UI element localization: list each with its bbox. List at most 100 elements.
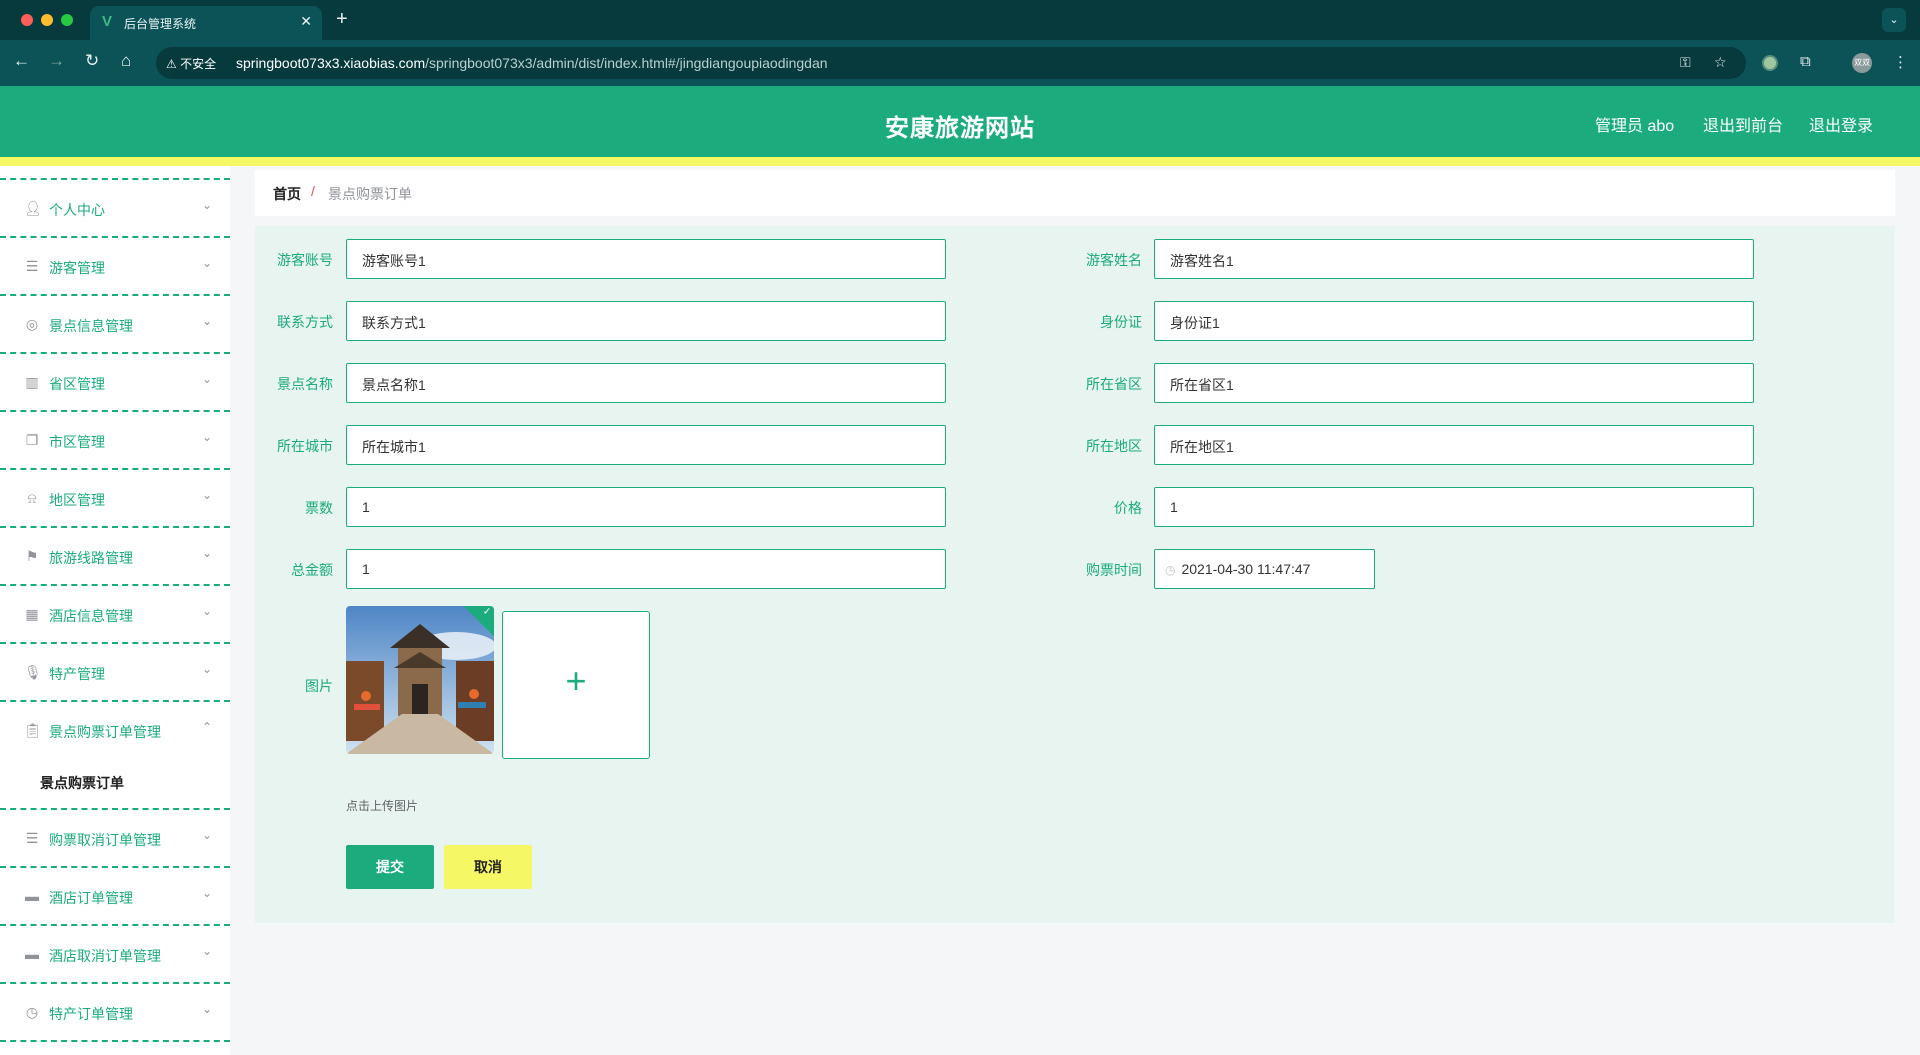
sidebar-item-label: 购票取消订单管理 <box>49 832 161 848</box>
extension-icon[interactable] <box>1762 55 1778 71</box>
city-input[interactable]: 所在城市1 <box>346 425 946 465</box>
visitor-account-label: 游客账号 <box>277 252 333 268</box>
address-bar[interactable]: ⚠ 不安全 springboot073x3.xiaobias.com/sprin… <box>156 47 1746 79</box>
sidebar-item-label: 游客管理 <box>49 260 105 276</box>
visitor-name-input[interactable]: 游客姓名1 <box>1154 239 1754 279</box>
district-label: 所在地区 <box>1086 438 1142 454</box>
reload-icon[interactable]: ↻ <box>85 51 99 71</box>
chevron-down-icon: ⌄ <box>201 314 212 328</box>
key-icon[interactable]: ⚿ <box>1680 54 1691 71</box>
submit-button[interactable]: 提交 <box>346 845 434 889</box>
monitor-icon: ▬ <box>25 888 39 904</box>
sidebar-item-label: 特产订单管理 <box>49 1006 133 1022</box>
tab-close-icon[interactable]: ✕ <box>300 13 312 30</box>
bar-chart-icon: ▥ <box>25 374 39 390</box>
back-icon[interactable]: ← <box>13 51 30 71</box>
sidebar-item-specialty-orders[interactable]: ◷ 特产订单管理 ⌄ <box>0 982 230 1040</box>
purchase-time-value: 2021-04-30 11:47:47 <box>1181 561 1311 577</box>
vue-logo-icon: V <box>102 13 113 30</box>
price-input[interactable]: 1 <box>1154 487 1754 527</box>
sidebar-item-specialty[interactable]: 🎙︎ 特产管理 ⌄ <box>0 642 230 700</box>
clipboard-icon: 📋︎ <box>24 722 42 738</box>
chevron-down-icon: ⌄ <box>201 488 212 502</box>
sidebar-item-city[interactable]: ❐ 市区管理 ⌄ <box>0 410 230 468</box>
sidebar-item-hotel-orders[interactable]: ▬ 酒店订单管理 ⌄ <box>0 866 230 924</box>
user-icon: 👤︎ <box>24 200 42 216</box>
chevron-down-icon: ⌄ <box>201 662 212 676</box>
warning-icon: ⚠ <box>166 57 177 71</box>
image-label: 图片 <box>305 678 333 694</box>
chevron-down-icon: ⌄ <box>201 886 212 900</box>
purchase-time-picker[interactable]: ◷ 2021-04-30 11:47:47 <box>1154 549 1375 589</box>
spot-name-input[interactable]: 景点名称1 <box>346 363 946 403</box>
extensions-puzzle-icon[interactable]: ⧉ <box>1800 53 1811 70</box>
chevron-down-icon: ⌄ <box>201 604 212 618</box>
total-amount-label: 总金额 <box>291 562 333 578</box>
header-accent-bar <box>0 157 1920 166</box>
list-icon: ☰ <box>25 258 39 274</box>
sidebar-item-label: 酒店订单管理 <box>49 890 133 906</box>
flag-icon: ⚑ <box>25 548 39 564</box>
security-warning[interactable]: ⚠ 不安全 <box>166 55 216 72</box>
sidebar-item-hotel-info[interactable]: ▦ 酒店信息管理 ⌄ <box>0 584 230 642</box>
total-amount-input[interactable]: 1 <box>346 549 946 589</box>
chevron-down-icon: ⌄ <box>201 372 212 386</box>
id-card-label: 身份证 <box>1100 314 1142 330</box>
breadcrumb-home[interactable]: 首页 <box>273 184 301 204</box>
app-header: 安康旅游网站 管理员 abo 退出到前台 退出登录 <box>0 86 1920 157</box>
logout-link[interactable]: 退出登录 <box>1809 112 1873 136</box>
visitor-account-input[interactable]: 游客账号1 <box>346 239 946 279</box>
chevron-up-icon: ⌃ <box>201 720 212 734</box>
url-text[interactable]: springboot073x3.xiaobias.com/springboot0… <box>236 55 828 71</box>
id-card-input[interactable]: 身份证1 <box>1154 301 1754 341</box>
browser-menu-icon[interactable]: ⋮ <box>1893 53 1908 71</box>
uploaded-image-thumbnail[interactable]: ✓ <box>346 606 494 754</box>
sidebar-item-ticket-orders[interactable]: 📋︎ 景点购票订单管理 ⌃ <box>0 700 230 758</box>
chevron-down-icon: ⌄ <box>201 256 212 270</box>
sidebar-item-label: 景点信息管理 <box>49 318 133 334</box>
sidebar-item-province[interactable]: ▥ 省区管理 ⌄ <box>0 352 230 410</box>
sidebar-item-personal-center[interactable]: 👤︎ 个人中心 ⌄ <box>0 178 230 236</box>
sidebar-item-label: 特产管理 <box>49 666 105 682</box>
tab-search-icon[interactable]: ⌄ <box>1882 8 1906 32</box>
sidebar-item-label: 地区管理 <box>49 492 105 508</box>
sidebar-item-routes[interactable]: ⚑ 旅游线路管理 ⌄ <box>0 526 230 584</box>
ticket-count-label: 票数 <box>305 500 333 516</box>
forward-icon[interactable]: → <box>48 51 65 71</box>
province-input[interactable]: 所在省区1 <box>1154 363 1754 403</box>
bookmark-star-icon[interactable]: ☆ <box>1714 54 1727 71</box>
ticket-count-input[interactable]: 1 <box>346 487 946 527</box>
browser-toolbar: ← → ↻ ⌂ ⚠ 不安全 springboot073x3.xiaobias.c… <box>0 40 1920 86</box>
grid-icon: ▦ <box>25 606 39 622</box>
profile-avatar[interactable]: 双双 <box>1852 53 1872 73</box>
sidebar-item-label: 省区管理 <box>49 376 105 392</box>
minimize-window-button[interactable] <box>41 14 53 26</box>
city-label: 所在城市 <box>277 438 333 454</box>
sidebar-item-hotel-cancel[interactable]: ▬ 酒店取消订单管理 ⌄ <box>0 924 230 982</box>
home-icon[interactable]: ⌂ <box>121 51 131 71</box>
sidebar-item-district[interactable]: ⍾ 地区管理 ⌄ <box>0 468 230 526</box>
sidebar-item-scenic-info[interactable]: ◎ 景点信息管理 ⌄ <box>0 294 230 352</box>
compass-icon: ◎ <box>25 316 39 332</box>
exit-to-front-link[interactable]: 退出到前台 <box>1703 112 1783 136</box>
sidebar-item-visitor[interactable]: ☰ 游客管理 ⌄ <box>0 236 230 294</box>
upload-image-button[interactable]: + <box>502 611 650 759</box>
browser-tab[interactable]: V 后台管理系统 ✕ <box>90 6 322 40</box>
sidebar-subitem-ticket-order[interactable]: 景点购票订单 <box>0 758 230 808</box>
district-input[interactable]: 所在地区1 <box>1154 425 1754 465</box>
copy-icon: ❐ <box>25 432 39 448</box>
sidebar: 👤︎ 个人中心 ⌄ ☰ 游客管理 ⌄ ◎ 景点信息管理 ⌄ ▥ 省区管理 ⌄ ❐… <box>0 166 230 1055</box>
new-tab-icon[interactable]: + <box>336 8 348 31</box>
sidebar-item-label: 个人中心 <box>49 202 105 218</box>
close-window-button[interactable] <box>21 14 33 26</box>
contact-input[interactable]: 联系方式1 <box>346 301 946 341</box>
breadcrumb: 首页 / 景点购票订单 <box>255 170 1895 216</box>
maximize-window-button[interactable] <box>61 14 73 26</box>
sidebar-item-ticket-cancel[interactable]: ☰ 购票取消订单管理 ⌄ <box>0 808 230 866</box>
sidebar-item-label: 酒店取消订单管理 <box>49 948 161 964</box>
visitor-name-label: 游客姓名 <box>1086 252 1142 268</box>
plus-icon: + <box>565 660 587 701</box>
list-icon: ☰ <box>25 830 39 846</box>
clock-icon: ◷ <box>1165 563 1176 577</box>
cancel-button[interactable]: 取消 <box>444 845 532 889</box>
